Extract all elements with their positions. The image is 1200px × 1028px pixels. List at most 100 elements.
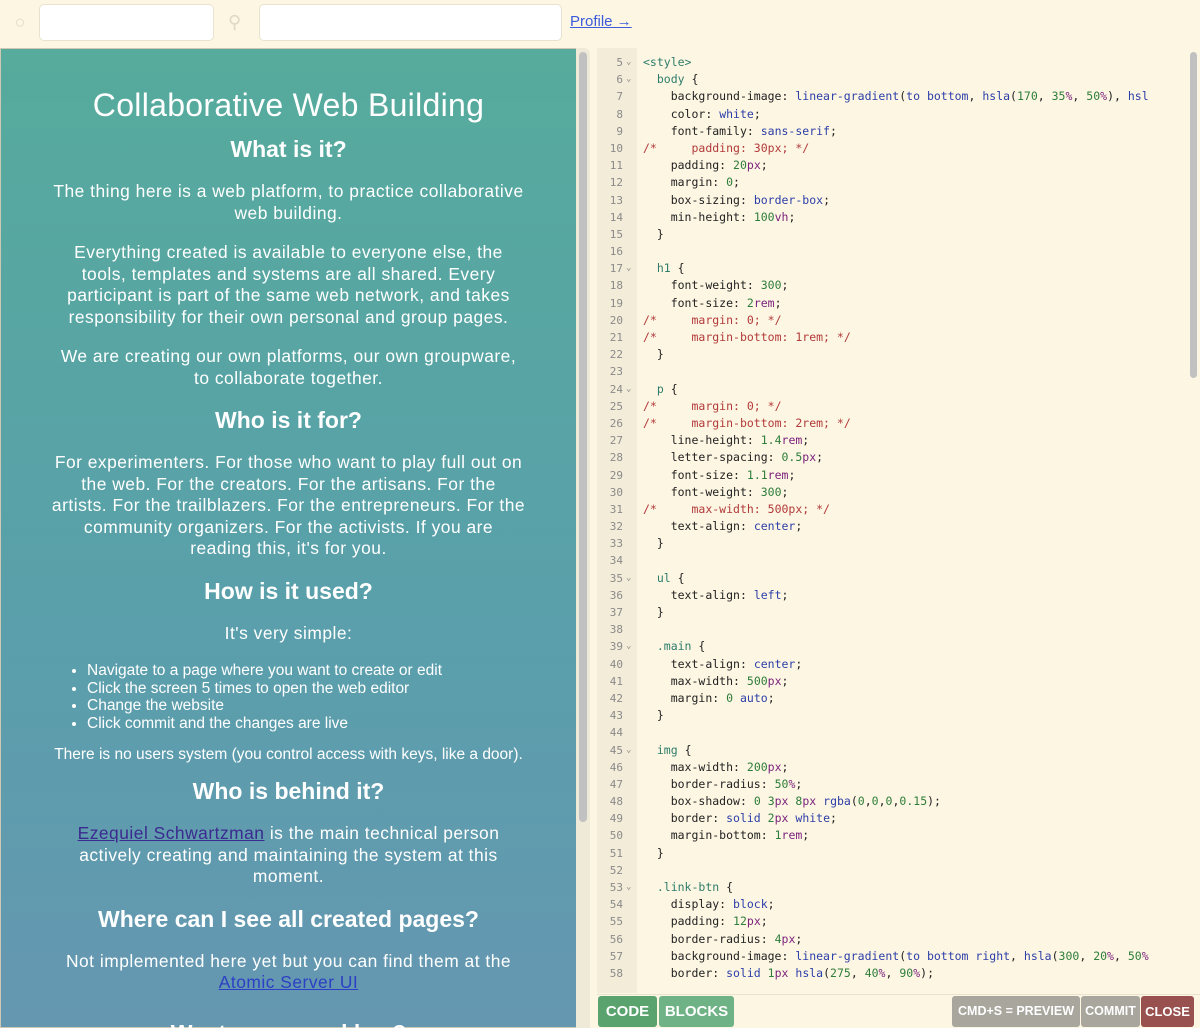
code-line[interactable]: 53 ⌄ .link-btn { — [597, 879, 1187, 896]
line-number: 33 — [609, 537, 623, 551]
code-line[interactable]: 47 border-radius: 50%; — [597, 776, 1187, 793]
code-line[interactable]: 56 border-radius: 4px; — [597, 931, 1187, 948]
code-text: font-weight: 300; — [670, 278, 789, 293]
code-text: color: white; — [670, 106, 761, 121]
code-line[interactable]: 57 background-image: linear-gradient(to … — [597, 948, 1187, 965]
line-number: 28 — [609, 451, 623, 465]
code-line[interactable]: 55 padding: 12px; — [597, 913, 1187, 930]
code-line[interactable]: 33 } — [597, 535, 1187, 552]
code-line[interactable]: 27 line-height: 1.4rem; — [597, 432, 1187, 449]
code-text: min-height: 100vh; — [670, 209, 796, 224]
code-editor[interactable]: 5 ⌄ <style> 6 ⌄ body {7 background-image: li… — [597, 48, 1200, 993]
code-line[interactable]: 45 ⌄ img { — [597, 742, 1187, 759]
line-number: 52 — [609, 863, 623, 877]
code-line[interactable]: 11 padding: 20px; — [597, 157, 1187, 174]
commit-button[interactable]: COMMIT — [1081, 996, 1140, 1027]
code-line[interactable]: 39 ⌄ .main { — [597, 638, 1187, 655]
code-line[interactable]: 31 /* max-width: 500px; */ — [597, 501, 1187, 518]
atomic-server-link[interactable]: Atomic Server UI — [219, 972, 358, 992]
code-line[interactable]: 41 max-width: 500px; — [597, 673, 1187, 690]
key-input[interactable] — [259, 4, 562, 41]
scrollbar-thumb[interactable] — [1190, 52, 1197, 378]
fold-arrow-icon[interactable]: ⌄ — [626, 570, 631, 587]
code-line[interactable]: 49 border: solid 2px white; — [597, 810, 1187, 827]
line-number: 23 — [609, 365, 623, 379]
line-number: 6 — [616, 73, 623, 87]
code-line[interactable]: 35 ⌄ ul { — [597, 570, 1187, 587]
code-line[interactable]: 32 text-align: center; — [597, 518, 1187, 535]
code-line[interactable]: 52 — [597, 862, 1187, 879]
code-line[interactable]: 29 font-size: 1.1rem; — [597, 467, 1187, 484]
code-line[interactable]: 13 box-sizing: border-box; — [597, 192, 1187, 209]
line-number: 29 — [609, 468, 623, 482]
page-path-input[interactable] — [39, 4, 214, 41]
fold-arrow-icon[interactable]: ⌄ — [626, 742, 631, 759]
code-line[interactable]: 10 /* padding: 30px; */ — [597, 140, 1187, 157]
code-line[interactable]: 30 font-weight: 300; — [597, 484, 1187, 501]
line-number: 58 — [609, 966, 623, 980]
code-line[interactable]: 12 margin: 0; — [597, 174, 1187, 191]
code-line[interactable]: 54 display: block; — [597, 896, 1187, 913]
preview-scrollbar[interactable] — [576, 48, 590, 1028]
code-line[interactable]: 8 color: white; — [597, 106, 1187, 123]
line-number: 54 — [609, 898, 623, 912]
profile-link[interactable]: Profile → — [570, 13, 632, 30]
code-line[interactable]: 38 — [597, 621, 1187, 638]
author-link[interactable]: Ezequiel Schwartzman — [78, 823, 265, 843]
code-line[interactable]: 19 font-size: 2rem; — [597, 295, 1187, 312]
code-line[interactable]: 24 ⌄ p { — [597, 381, 1187, 398]
code-line[interactable]: 21 /* margin-bottom: 1rem; */ — [597, 329, 1187, 346]
code-line[interactable]: 6 ⌄ body { — [597, 71, 1187, 88]
code-line[interactable]: 58 border: solid 1px hsla(275, 40%, 90%)… — [597, 965, 1187, 982]
code-line[interactable]: 48 box-shadow: 0 3px 8px rgba(0,0,0,0.15… — [597, 793, 1187, 810]
code-line[interactable]: 5 ⌄ <style> — [597, 54, 1187, 71]
list-item: Click commit and the changes are live — [87, 715, 526, 733]
code-text: /* max-width: 500px; */ — [643, 501, 830, 516]
editor-scrollbar[interactable] — [1187, 48, 1200, 993]
code-line[interactable]: 9 font-family: sans-serif; — [597, 123, 1187, 140]
code-line[interactable]: 26 /* margin-bottom: 2rem; */ — [597, 415, 1187, 432]
fold-arrow-icon[interactable]: ⌄ — [626, 260, 631, 277]
code-line[interactable]: 20 /* margin: 0; */ — [597, 312, 1187, 329]
code-line[interactable]: 16 — [597, 243, 1187, 260]
code-text: letter-spacing: 0.5px; — [670, 450, 824, 465]
code-lines[interactable]: 5 ⌄ <style> 6 ⌄ body {7 background-image: li… — [597, 54, 1187, 982]
code-line[interactable]: 40 text-align: center; — [597, 656, 1187, 673]
fold-arrow-icon[interactable]: ⌄ — [626, 638, 631, 655]
code-line[interactable]: 46 max-width: 200px; — [597, 759, 1187, 776]
code-line[interactable]: 37 } — [597, 604, 1187, 621]
preview-content: Collaborative Web Building What is it? T… — [0, 48, 576, 1028]
code-line[interactable]: 51 } — [597, 845, 1187, 862]
code-line[interactable]: 42 margin: 0 auto; — [597, 690, 1187, 707]
code-tab-button[interactable]: CODE — [598, 996, 657, 1027]
scrollbar-thumb[interactable] — [579, 52, 587, 822]
code-line[interactable]: 14 min-height: 100vh; — [597, 209, 1187, 226]
fold-arrow-icon[interactable]: ⌄ — [626, 381, 631, 398]
close-button[interactable]: CLOSE — [1141, 996, 1194, 1027]
code-line[interactable]: 18 font-weight: 300; — [597, 277, 1187, 294]
code-line[interactable]: 22 } — [597, 346, 1187, 363]
code-line[interactable]: 25 /* margin: 0; */ — [597, 398, 1187, 415]
code-line[interactable]: 23 — [597, 363, 1187, 380]
blocks-tab-button[interactable]: BLOCKS — [659, 996, 734, 1027]
code-line[interactable]: 28 letter-spacing: 0.5px; — [597, 449, 1187, 466]
globe-icon[interactable]: ○ — [10, 12, 30, 32]
code-line[interactable]: 43 } — [597, 707, 1187, 724]
code-text: box-shadow: 0 3px 8px rgba(0,0,0,0.15); — [670, 794, 941, 809]
line-number: 19 — [609, 296, 623, 310]
code-line[interactable]: 44 — [597, 724, 1187, 741]
code-text: p { — [656, 381, 678, 396]
line-number: 53 — [609, 881, 623, 894]
fold-arrow-icon[interactable]: ⌄ — [626, 54, 631, 71]
preview-button[interactable]: CMD+S = PREVIEW — [952, 996, 1080, 1027]
fold-arrow-icon[interactable]: ⌄ — [626, 71, 631, 88]
code-line[interactable]: 17 ⌄ h1 { — [597, 260, 1187, 277]
code-text: text-align: left; — [670, 587, 789, 602]
code-line[interactable]: 7 background-image: linear-gradient(to b… — [597, 88, 1187, 105]
code-text: ul { — [656, 570, 685, 585]
code-line[interactable]: 36 text-align: left; — [597, 587, 1187, 604]
fold-arrow-icon[interactable]: ⌄ — [626, 879, 631, 896]
code-line[interactable]: 50 margin-bottom: 1rem; — [597, 827, 1187, 844]
code-line[interactable]: 34 — [597, 552, 1187, 569]
code-line[interactable]: 15 } — [597, 226, 1187, 243]
